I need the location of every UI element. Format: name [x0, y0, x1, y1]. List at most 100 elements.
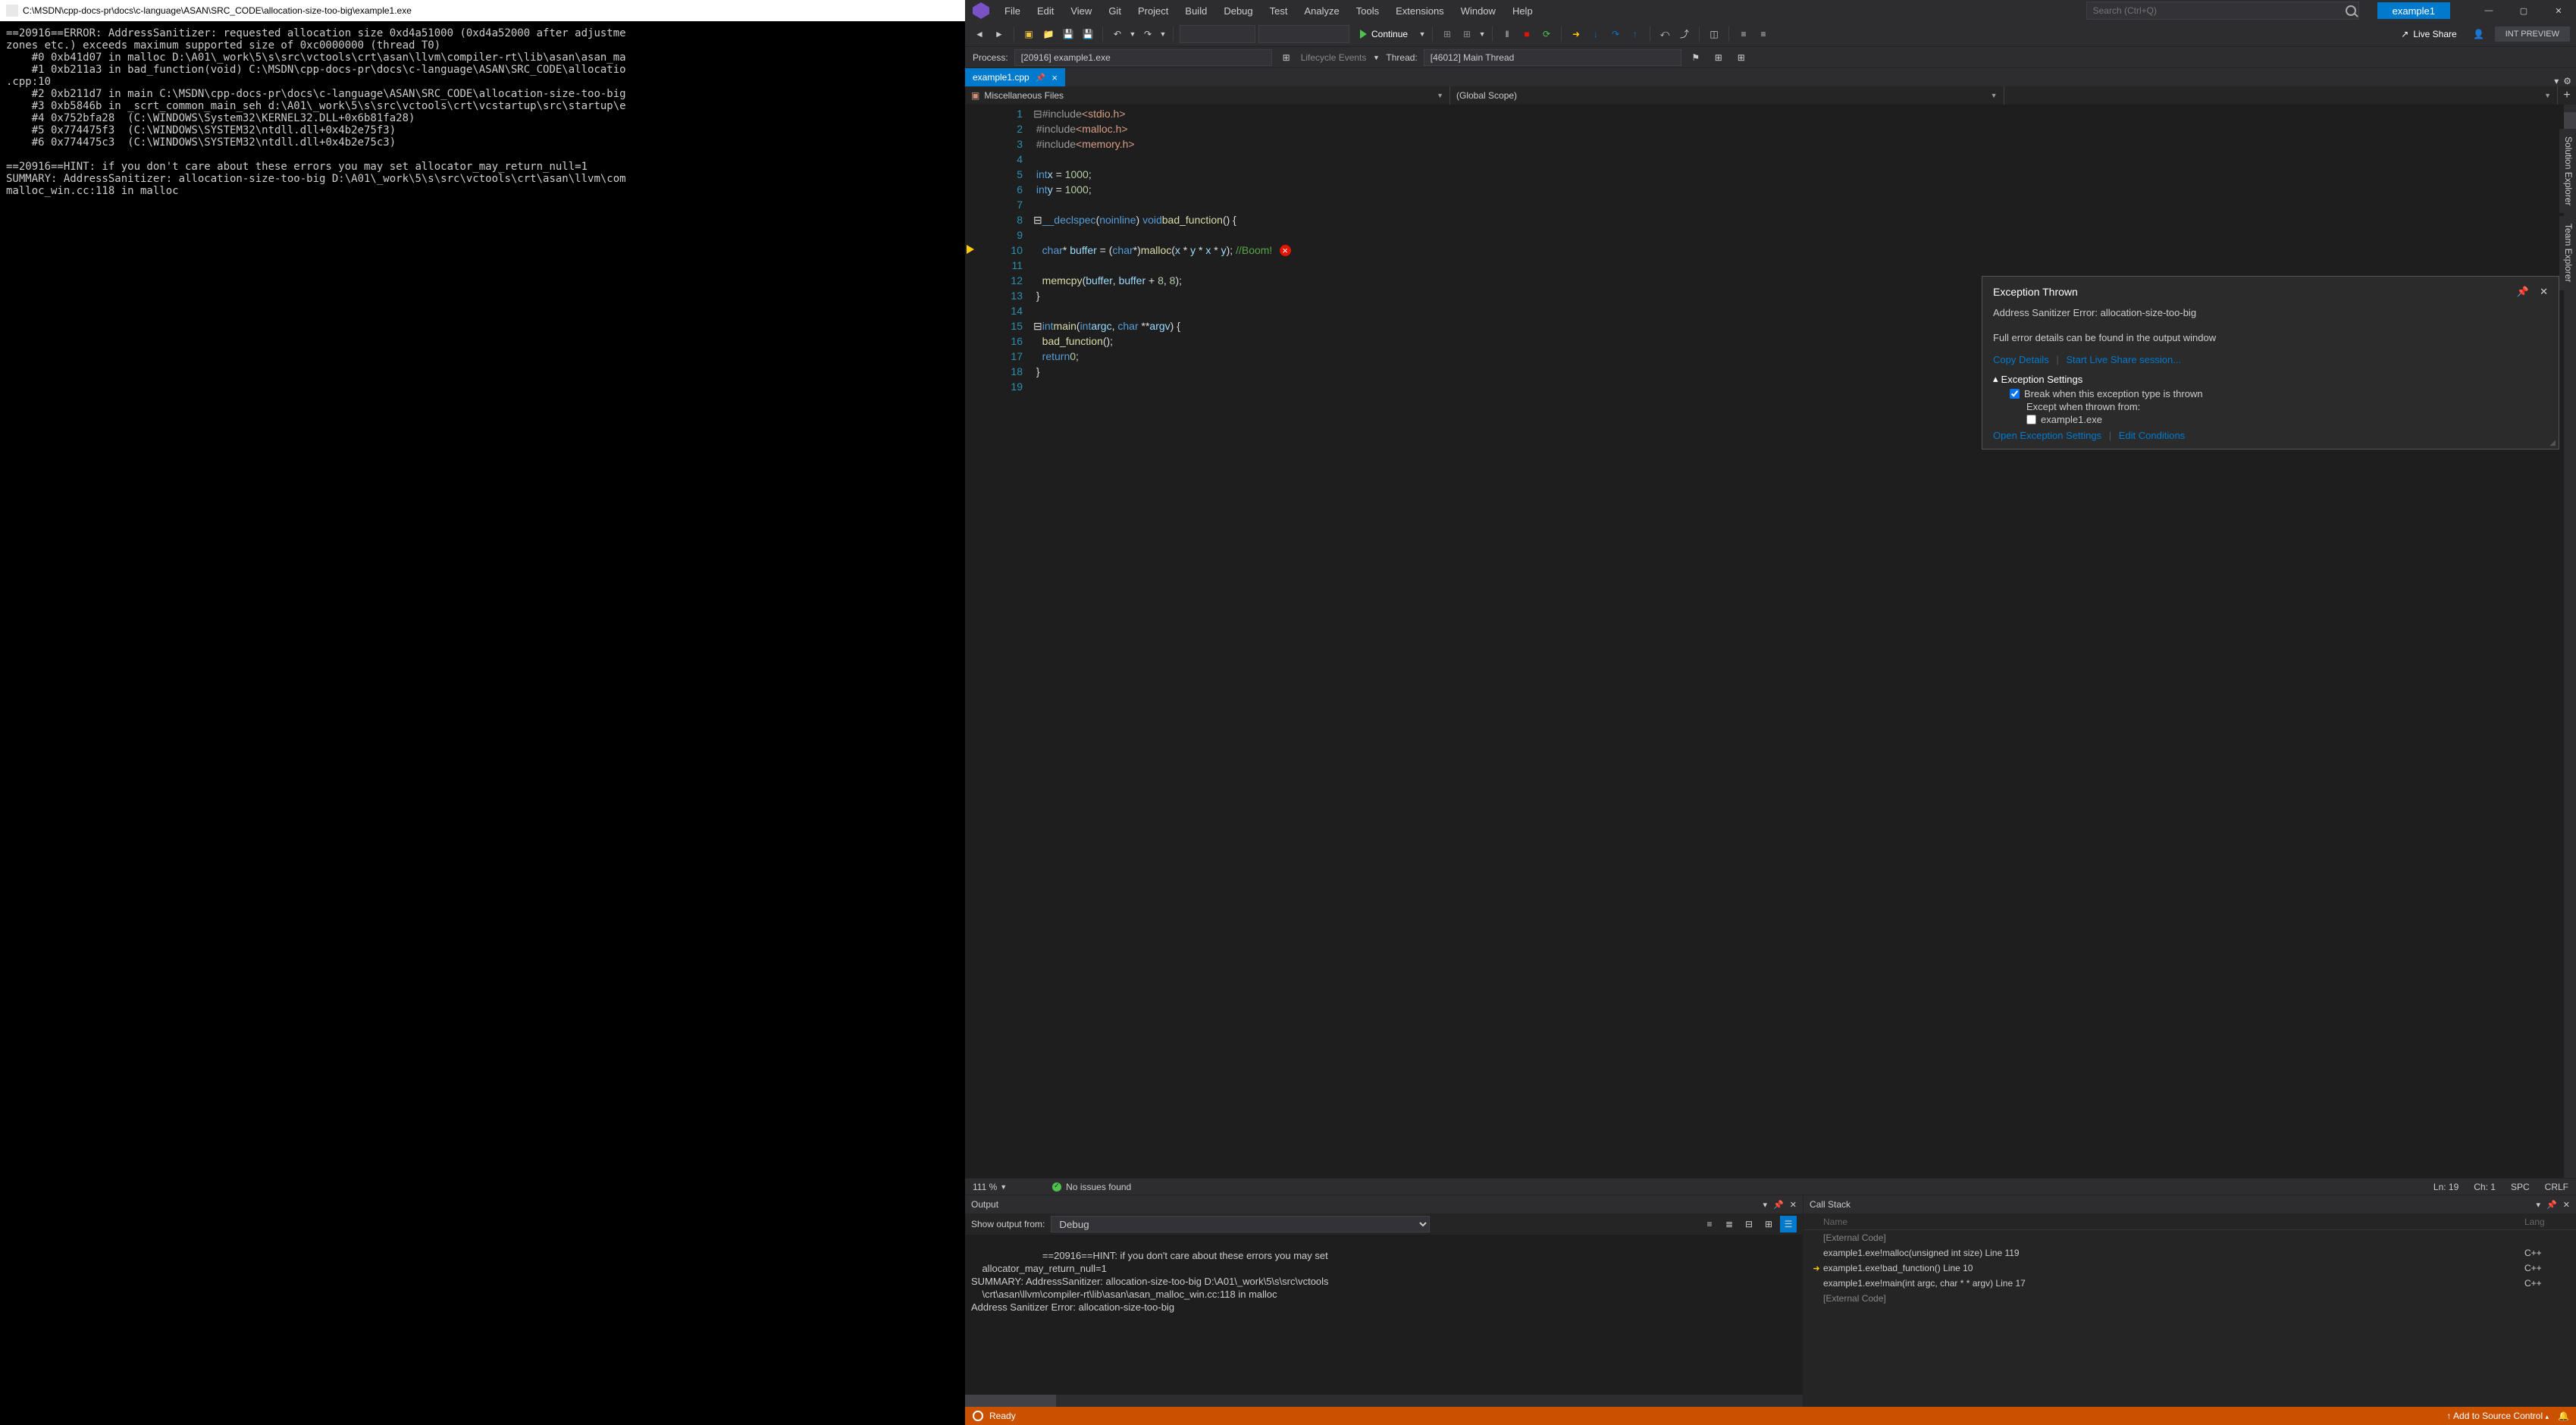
tb-extra-5[interactable]: ≡: [1755, 26, 1772, 42]
lifecycle-icon[interactable]: ⊞: [1278, 49, 1295, 66]
code-line-10[interactable]: char* buffer = (char*)malloc(x * y * x *…: [1033, 243, 2576, 258]
restart-button[interactable]: ⟳: [1538, 26, 1555, 42]
tb-extra-1[interactable]: ⤺: [1656, 26, 1673, 42]
nav-add-button[interactable]: +: [2558, 86, 2576, 104]
code-line-5[interactable]: int x = 1000;: [1033, 167, 2576, 182]
output-pin-icon[interactable]: 📌: [1773, 1200, 1784, 1210]
show-next-button[interactable]: ➜: [1568, 26, 1584, 42]
code-line-7[interactable]: [1033, 197, 2576, 212]
break-checkbox[interactable]: [2010, 389, 2020, 399]
new-project-button[interactable]: ▣: [1020, 26, 1037, 42]
menu-debug[interactable]: Debug: [1216, 2, 1260, 20]
exception-close-icon[interactable]: ✕: [2540, 286, 2548, 298]
tb-icon-2[interactable]: ⊞: [1459, 26, 1475, 42]
notifications-icon[interactable]: [2558, 1411, 2568, 1421]
open-button[interactable]: 📁: [1040, 26, 1057, 42]
callstack-pin-icon[interactable]: 📌: [2546, 1200, 2557, 1210]
code-line-2[interactable]: #include <malloc.h>: [1033, 121, 2576, 136]
edit-conditions-link[interactable]: Edit Conditions: [2119, 430, 2185, 441]
indent-indicator[interactable]: SPC: [2511, 1182, 2530, 1192]
tb-icon-2-drop[interactable]: ▼: [1478, 25, 1486, 43]
console-title-bar[interactable]: C:\MSDN\cpp-docs-pr\docs\c-language\ASAN…: [0, 0, 965, 21]
tab-example1[interactable]: example1.cpp 📌 ×: [965, 68, 1065, 86]
step-into-button[interactable]: ↓: [1587, 26, 1604, 42]
issues-indicator[interactable]: No issues found: [1052, 1182, 1131, 1192]
output-horizontal-scrollbar[interactable]: [965, 1395, 1803, 1407]
redo-dropdown[interactable]: ▼: [1159, 25, 1167, 43]
output-tb-2[interactable]: ≣: [1721, 1216, 1738, 1232]
show-output-dropdown[interactable]: Debug: [1051, 1216, 1430, 1232]
code-line-6[interactable]: int y = 1000;: [1033, 182, 2576, 197]
close-button[interactable]: ✕: [2541, 0, 2576, 21]
live-share-button[interactable]: ↗ Live Share: [2395, 27, 2462, 41]
search-input[interactable]: [2086, 2, 2359, 20]
tab-close-icon[interactable]: ×: [1051, 72, 1058, 83]
lifecycle-dropdown[interactable]: ▼: [1372, 49, 1380, 67]
solution-name-badge[interactable]: example1: [2377, 2, 2450, 19]
thread-btn-3[interactable]: ⊞: [1733, 49, 1750, 66]
code-surface[interactable]: ⊟#include <stdio.h> #include <malloc.h> …: [1033, 105, 2576, 1178]
callstack-dropdown-icon[interactable]: ▾: [2537, 1200, 2541, 1210]
search-icon[interactable]: [2346, 5, 2356, 16]
save-all-button[interactable]: 💾: [1080, 26, 1096, 42]
continue-dropdown[interactable]: ▼: [1418, 25, 1426, 43]
open-exception-settings-link[interactable]: Open Exception Settings: [1993, 430, 2101, 441]
callstack-row[interactable]: example1.exe!main(int argc, char * * arg…: [1804, 1276, 2576, 1291]
menu-project[interactable]: Project: [1130, 2, 1176, 20]
console-output[interactable]: ==20916==ERROR: AddressSanitizer: reques…: [0, 21, 965, 203]
output-body[interactable]: ==20916==HINT: if you don't care about t…: [965, 1235, 1803, 1407]
menu-view[interactable]: View: [1063, 2, 1099, 20]
tb-extra-4[interactable]: ≡: [1735, 26, 1752, 42]
code-line-9[interactable]: [1033, 227, 2576, 243]
callstack-row[interactable]: [External Code]: [1804, 1230, 2576, 1245]
nav-scope-dropdown[interactable]: (Global Scope) ▼: [1450, 86, 2004, 105]
docked-tab-solution-explorer[interactable]: Solution Explorer: [2559, 129, 2576, 213]
menu-git[interactable]: Git: [1101, 2, 1129, 20]
code-line-8[interactable]: ⊟__declspec(noinline) void bad_function(…: [1033, 212, 2576, 227]
code-line-11[interactable]: [1033, 258, 2576, 273]
menu-build[interactable]: Build: [1177, 2, 1214, 20]
nav-fwd-button[interactable]: ►: [991, 26, 1008, 42]
thread-btn-1[interactable]: ⚑: [1688, 49, 1704, 66]
line-indicator[interactable]: Ln: 19: [2433, 1182, 2458, 1192]
char-indicator[interactable]: Ch: 1: [2474, 1182, 2496, 1192]
redo-button[interactable]: ↷: [1139, 26, 1156, 42]
int-preview-badge[interactable]: INT PREVIEW: [2495, 27, 2570, 42]
nav-back-button[interactable]: ◄: [971, 26, 988, 42]
add-source-control[interactable]: ↑ Add to Source Control ▴: [2446, 1411, 2549, 1421]
output-tb-5[interactable]: ☰: [1780, 1216, 1797, 1232]
maximize-button[interactable]: ▢: [2506, 0, 2541, 21]
undo-dropdown[interactable]: ▼: [1129, 25, 1136, 43]
output-tb-4[interactable]: ⊞: [1760, 1216, 1777, 1232]
continue-button[interactable]: Continue: [1352, 25, 1415, 43]
start-liveshare-link[interactable]: Start Live Share session...: [2066, 354, 2181, 365]
callstack-row[interactable]: ➜example1.exe!bad_function() Line 10C++: [1804, 1261, 2576, 1276]
process-dropdown[interactable]: [20916] example1.exe: [1014, 49, 1272, 66]
menu-analyze[interactable]: Analyze: [1296, 2, 1346, 20]
minimize-button[interactable]: —: [2471, 0, 2506, 21]
exception-settings-caret[interactable]: ▴: [1993, 373, 1998, 385]
output-tb-3[interactable]: ⊟: [1741, 1216, 1757, 1232]
exception-pin-icon[interactable]: 📌: [2517, 286, 2529, 298]
vs-title-bar[interactable]: FileEditViewGitProjectBuildDebugTestAnal…: [965, 0, 2576, 21]
undo-button[interactable]: ↶: [1109, 26, 1126, 42]
tabs-gear-icon[interactable]: ⚙: [2563, 76, 2571, 86]
zoom-control[interactable]: 111 % ▼: [973, 1182, 1007, 1192]
docked-tab-team-explorer[interactable]: Team Explorer: [2559, 216, 2576, 290]
callstack-col-name[interactable]: Name: [1810, 1217, 2524, 1227]
error-icon[interactable]: [1280, 245, 1291, 256]
code-line-3[interactable]: #include <memory.h>: [1033, 136, 2576, 152]
code-line-1[interactable]: ⊟#include <stdio.h>: [1033, 106, 2576, 121]
menu-help[interactable]: Help: [1505, 2, 1540, 20]
output-close-icon[interactable]: ✕: [1790, 1200, 1797, 1210]
tb-extra-2[interactable]: ⤴: [1676, 26, 1693, 42]
output-dropdown-icon[interactable]: ▾: [1763, 1200, 1768, 1210]
menu-edit[interactable]: Edit: [1029, 2, 1061, 20]
eol-indicator[interactable]: CRLF: [2545, 1182, 2568, 1192]
menu-file[interactable]: File: [997, 2, 1028, 20]
thread-dropdown[interactable]: [46012] Main Thread: [1424, 49, 1681, 66]
callstack-row[interactable]: example1.exe!malloc(unsigned int size) L…: [1804, 1245, 2576, 1261]
code-editor[interactable]: 12345678910111213141516171819 ⊟#include …: [965, 105, 2576, 1178]
step-over-button[interactable]: ↷: [1607, 26, 1624, 42]
thread-btn-2[interactable]: ⊞: [1710, 49, 1727, 66]
